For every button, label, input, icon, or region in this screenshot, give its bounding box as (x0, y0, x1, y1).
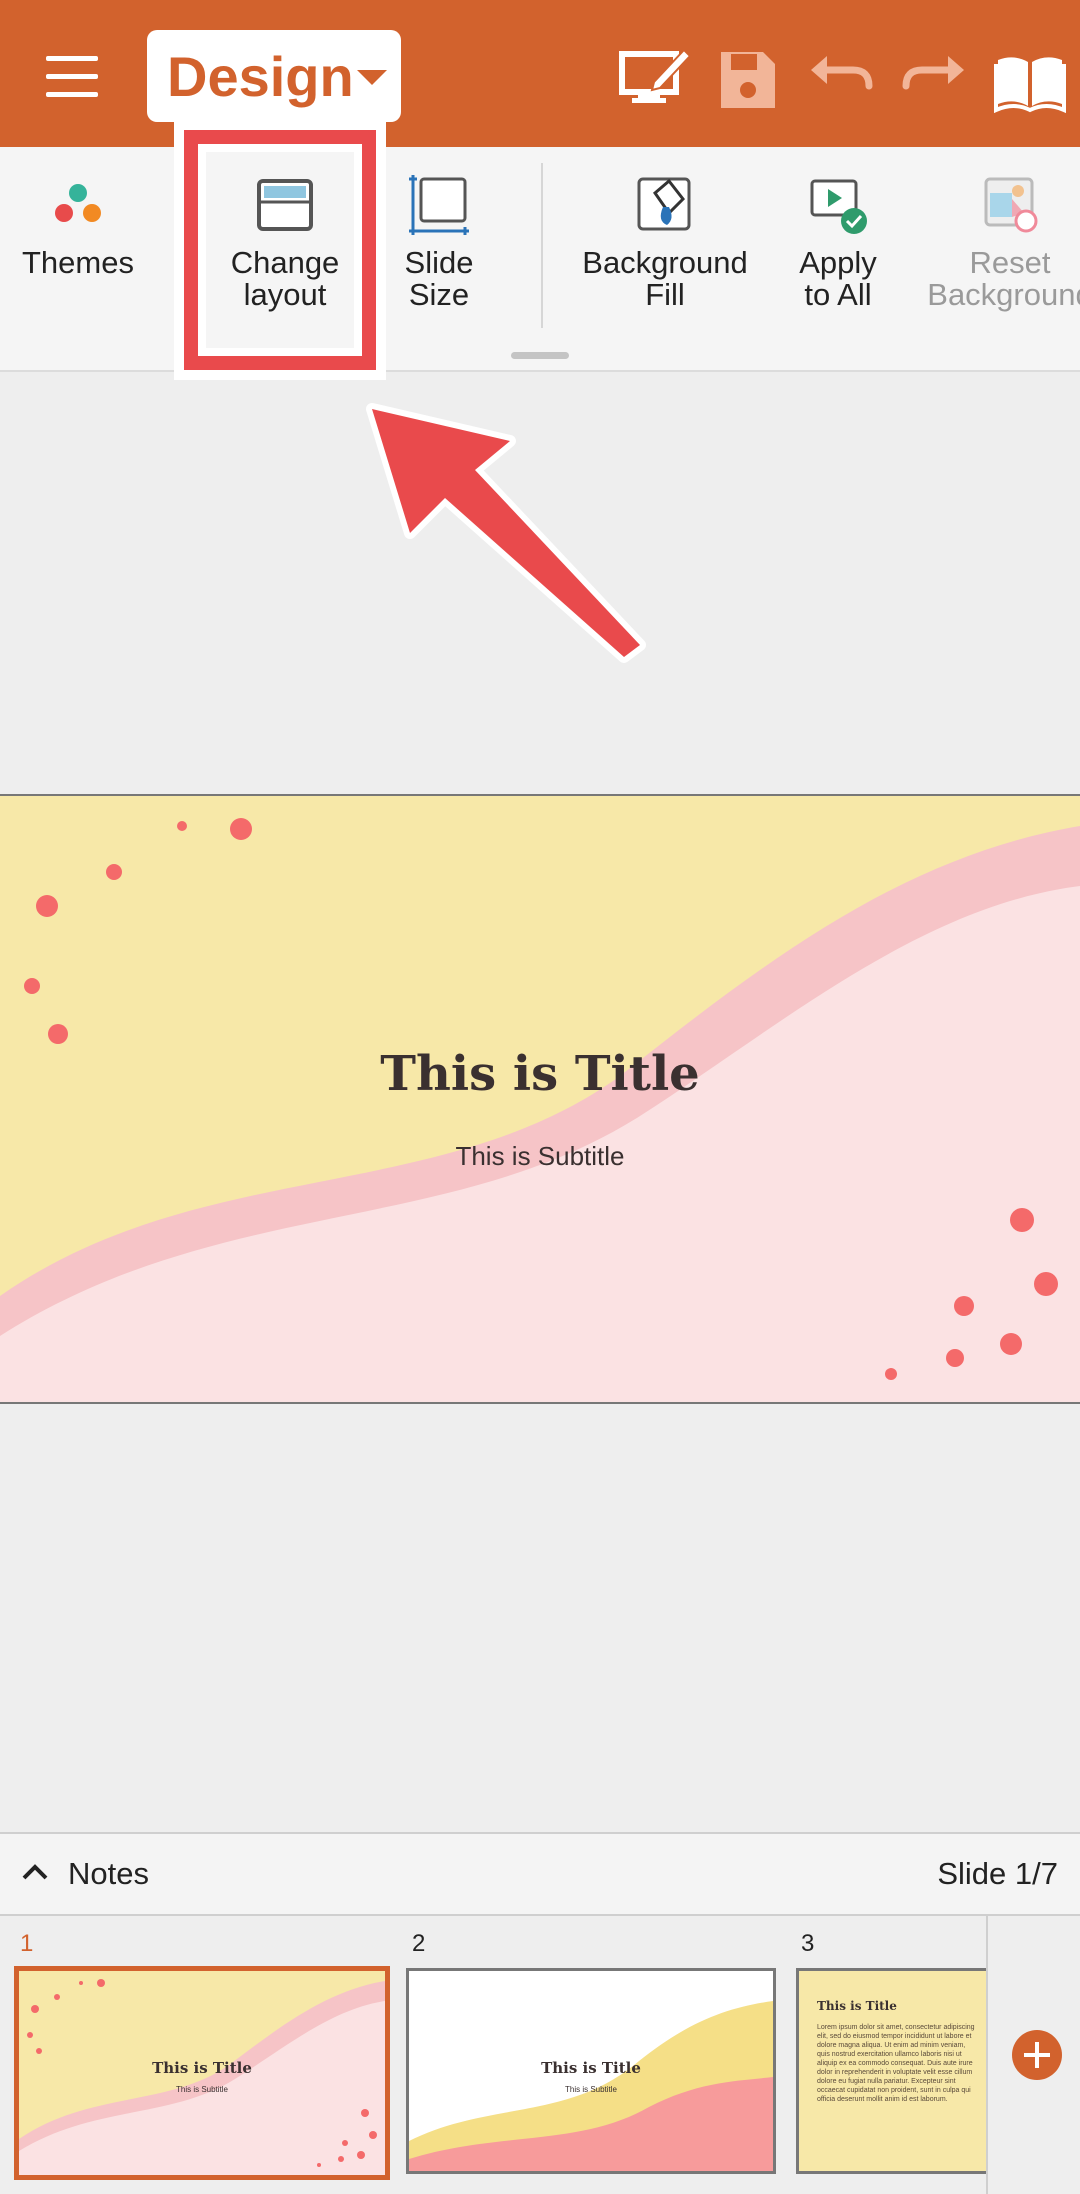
chevron-down-icon (357, 70, 387, 85)
apply-to-all-icon (810, 179, 867, 234)
ribbon-drag-handle[interactable] (511, 352, 569, 359)
thumbnail-title: This is Title (152, 2059, 252, 2077)
edit-screen-icon[interactable] (614, 40, 694, 120)
background-fill-button[interactable]: Background Fill (575, 147, 755, 347)
hamburger-icon[interactable] (40, 52, 104, 100)
arrow-annotation (366, 403, 646, 663)
slide-subtitle[interactable]: This is Subtitle (0, 1141, 1080, 1172)
apply-to-all-button[interactable]: Apply to All (770, 147, 906, 347)
reset-background-button[interactable]: Reset Background (920, 147, 1080, 347)
thumbnail-title: This is Title (817, 1999, 897, 2013)
reset-background-label: Reset Background (927, 245, 1080, 312)
thumbnail-body-text: Lorem ipsum dolor sit amet, consectetur … (817, 2024, 975, 2103)
apply-to-all-label: Apply to All (799, 245, 877, 312)
thumbnail-subtitle: This is Subtitle (175, 2085, 229, 2094)
slide-counter: Slide 1/7 (937, 1856, 1058, 1891)
thumb-number: 3 (801, 1930, 815, 1957)
chevron-up-icon[interactable] (18, 1856, 52, 1890)
thumb-number: 1 (20, 1930, 34, 1957)
notes-bar[interactable]: Notes Slide 1/7 (0, 1832, 1080, 1916)
ribbon-divider (541, 163, 543, 328)
thumbnail-slide-2[interactable]: This is Title This is Subtitle (406, 1968, 776, 2174)
design-tab-label: Design (167, 44, 354, 108)
notes-label[interactable]: Notes (68, 1856, 149, 1892)
undo-icon[interactable] (801, 40, 881, 120)
thumbnail-subtitle: This is Subtitle (564, 2085, 618, 2094)
highlight-annotation (184, 130, 376, 370)
slide-size-label: Slide Size (404, 245, 474, 312)
background-fill-icon (637, 177, 691, 231)
themes-button[interactable]: Themes (0, 147, 156, 347)
background-fill-label: Background Fill (582, 245, 748, 312)
design-ribbon: Themes Change layout Slide Size Backgrou… (0, 147, 1080, 372)
ribbon-divider (180, 163, 182, 328)
themes-icon (55, 184, 101, 222)
save-icon[interactable] (707, 40, 787, 120)
themes-label: Themes (22, 245, 134, 280)
reset-background-icon (984, 177, 1038, 233)
thumb-number: 2 (412, 1930, 426, 1957)
slide-size-button[interactable]: Slide Size (368, 147, 510, 347)
add-slide-panel (986, 1916, 1080, 2194)
slide-size-icon (409, 175, 469, 235)
book-icon[interactable] (990, 40, 1070, 120)
slide-thumbnails: 1 This is Title This is Subtitle 2 This … (0, 1916, 1080, 2194)
thumbnail-title: This is Title (541, 2059, 641, 2077)
slide-title[interactable]: This is Title (0, 1046, 1080, 1102)
redo-icon[interactable] (894, 40, 974, 120)
add-slide-icon[interactable] (1012, 2030, 1062, 2080)
design-tab-dropdown[interactable]: Design (147, 30, 401, 122)
thumbnail-slide-1[interactable]: This is Title This is Subtitle (14, 1966, 390, 2180)
top-toolbar: Design (0, 0, 1080, 147)
current-slide[interactable]: This is Title This is Subtitle (0, 794, 1080, 1404)
